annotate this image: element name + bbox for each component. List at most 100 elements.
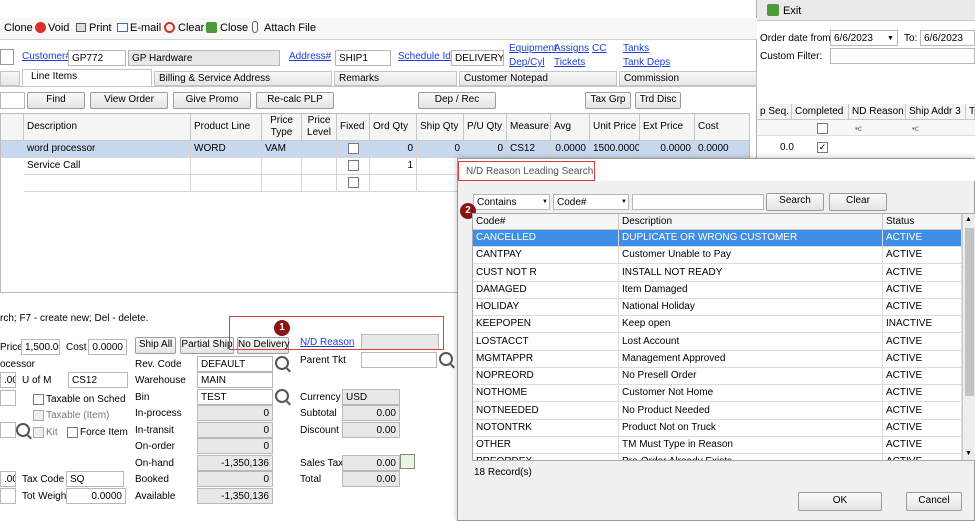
order-date-to-field[interactable]: 6/6/2023 [920, 30, 975, 46]
recalc-plp-button[interactable]: Re-calc PLP [256, 92, 334, 109]
match-mode-select[interactable]: Contains [473, 194, 550, 210]
close-button[interactable]: Close [220, 22, 248, 34]
cc-link[interactable]: CC [592, 43, 606, 54]
void-button[interactable]: Void [48, 22, 69, 34]
rp-filter-checkbox[interactable] [817, 123, 828, 134]
field-select[interactable]: Code# [553, 194, 629, 210]
view-order-button[interactable]: View Order [90, 92, 168, 109]
cell-fixed[interactable] [337, 175, 370, 192]
tab-remarks[interactable]: Remarks [334, 71, 457, 86]
rp-completed-checkbox[interactable]: ✓ [817, 142, 828, 153]
tab-left-stub[interactable] [0, 71, 20, 86]
dialog-search-button[interactable]: Search [766, 193, 824, 211]
list-item[interactable]: PREORDEXPre-Order Already ExistsACTIVE [473, 454, 962, 460]
scroll-thumb[interactable] [965, 228, 974, 396]
search-icon[interactable] [16, 423, 30, 437]
schedule-id-link[interactable]: Schedule Id [398, 51, 451, 62]
find-button[interactable]: Find [27, 92, 85, 109]
address-link[interactable]: Address# [289, 51, 331, 62]
uom-field[interactable]: CS12 [68, 372, 128, 388]
tab-line-items[interactable]: Line Items [22, 69, 152, 86]
list-item[interactable]: CUST NOT R INSTALL NOT READY ACTIVE [473, 264, 962, 282]
tab-customer-notepad[interactable]: Customer Notepad [459, 71, 617, 86]
list-item[interactable]: MGMTAPPR Management Approved ACTIVE [473, 350, 962, 368]
fixed-checkbox[interactable] [348, 160, 359, 171]
scroll-up-icon[interactable]: ▲ [965, 216, 972, 223]
parent-tkt-field[interactable] [361, 352, 437, 368]
list-item[interactable]: NOTHOME Customer Not Home ACTIVE [473, 385, 962, 403]
give-promo-button[interactable]: Give Promo [173, 92, 251, 109]
fixed-checkbox[interactable] [348, 143, 359, 154]
list-item[interactable]: KEEPOPEN Keep open INACTIVE [473, 316, 962, 334]
list-item[interactable]: CANTPAY Customer Unable to Pay ACTIVE [473, 247, 962, 265]
tickets-link[interactable]: Tickets [554, 57, 585, 68]
dep-rec-button[interactable]: Dep / Rec [418, 92, 496, 109]
match-mode-chevron-icon[interactable]: ▼ [542, 199, 548, 205]
field-chevron-icon[interactable]: ▼ [621, 199, 627, 205]
cell-fixed[interactable] [337, 141, 370, 158]
equipment-link[interactable]: Equipment [509, 43, 557, 54]
left-blank-field-2[interactable] [0, 422, 16, 438]
dep-cyl-link[interactable]: Dep/Cyl [509, 57, 545, 68]
filter-icon[interactable]: ▪c [855, 124, 862, 133]
force-item-checkbox[interactable] [67, 427, 78, 438]
dialog-clear-button[interactable]: Clear [829, 193, 887, 211]
list-item[interactable]: OTHER TM Must Type in Reason ACTIVE [473, 437, 962, 454]
left-value-field[interactable]: .00 [0, 471, 16, 487]
left-blank-field-3[interactable] [0, 488, 16, 504]
customer-number-field[interactable]: GP772 [68, 50, 126, 66]
tank-deps-link[interactable]: Tank Deps [623, 57, 670, 68]
list-item[interactable]: HOLIDAY National Holiday ACTIVE [473, 299, 962, 316]
list-item[interactable]: NOPREORD No Presell Order ACTIVE [473, 368, 962, 385]
trd-disc-button[interactable]: Trd Disc [635, 92, 681, 109]
email-button[interactable]: E-mail [130, 22, 161, 34]
address-field[interactable]: SHIP1 [335, 50, 391, 66]
price-field[interactable]: 1,500.00 [21, 339, 60, 355]
assigns-link[interactable]: Assigns [554, 43, 589, 54]
schedule-field[interactable]: DELIVERY [451, 50, 504, 66]
ship-all-button[interactable]: Ship All [135, 337, 176, 354]
tax-code-field[interactable]: SQ [66, 471, 124, 487]
custom-filter-field[interactable] [830, 48, 975, 64]
tanks-link[interactable]: Tanks [623, 43, 649, 54]
warehouse-field[interactable]: MAIN [197, 372, 273, 388]
clone-button[interactable]: Clone [4, 22, 33, 34]
edit-tax-icon[interactable] [400, 454, 415, 469]
dlg-scrollbar[interactable]: ▲ ▼ [962, 214, 975, 460]
cell-fixed[interactable] [337, 158, 370, 175]
tab-commission[interactable]: Commission [619, 71, 757, 86]
tax-grp-button[interactable]: Tax Grp [585, 92, 631, 109]
dialog-cancel-button[interactable]: Cancel [906, 492, 962, 511]
customer-link[interactable]: Customer# [22, 51, 71, 62]
table-row[interactable]: word processor WORD VAM 0 0 0 CS12 0.000… [1, 141, 749, 158]
list-item[interactable]: DAMAGED Item Damaged ACTIVE [473, 281, 962, 299]
dialog-ok-button[interactable]: OK [798, 492, 882, 511]
list-item[interactable]: CANCELLED DUPLICATE OR WRONG CUSTOMER ACTI… [473, 230, 962, 247]
print-button[interactable]: Print [89, 22, 112, 34]
filter-icon[interactable]: ▪c [912, 124, 919, 133]
partial-ship-button[interactable]: Partial Ship [180, 337, 234, 354]
cost-field[interactable]: 0.0000 [88, 339, 127, 355]
table-row[interactable] [1, 175, 461, 192]
list-item[interactable]: LOSTACCT Lost Account ACTIVE [473, 333, 962, 351]
chevron-down-icon[interactable]: ▼ [887, 35, 894, 42]
scroll-down-icon[interactable]: ▼ [965, 450, 972, 457]
uom-qty-field[interactable]: .00 [0, 372, 16, 388]
search-value-input[interactable] [632, 194, 764, 210]
attach-file-button[interactable]: Attach File [264, 22, 316, 34]
rev-code-search-icon[interactable] [275, 356, 289, 370]
taxable-on-sched-checkbox[interactable] [33, 394, 44, 405]
clear-button[interactable]: Clear [178, 22, 204, 34]
parent-tkt-search-icon[interactable] [439, 352, 453, 366]
exit-button[interactable]: Exit [783, 5, 801, 17]
rev-code-field[interactable]: DEFAULT [197, 356, 273, 372]
bin-field[interactable]: TEST [197, 389, 273, 405]
list-item[interactable]: NOTNEEDED No Product Needed ACTIVE [473, 402, 962, 420]
fixed-checkbox[interactable] [348, 177, 359, 188]
customer-search-icon[interactable] [0, 49, 14, 65]
find-input[interactable] [0, 92, 25, 109]
list-item[interactable]: NOTONTRK Product Not on Truck ACTIVE [473, 419, 962, 437]
tab-billing[interactable]: Billing & Service Address [154, 71, 332, 86]
bin-search-icon[interactable] [275, 389, 289, 403]
left-blank-field-1[interactable] [0, 390, 16, 406]
